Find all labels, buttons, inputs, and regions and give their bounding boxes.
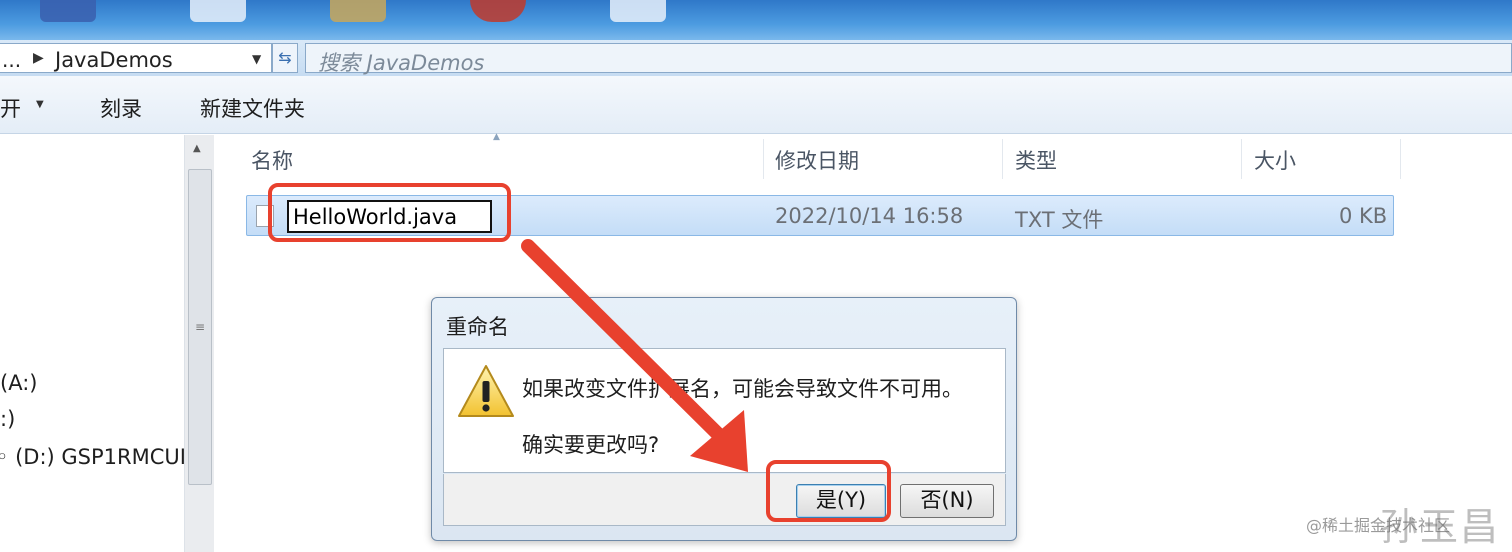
new-folder-button[interactable]: 新建文件夹 [200,93,305,123]
nav-scrollbar[interactable]: ▲ ≡ [184,135,214,552]
address-row: ... ▶ JavaDemos ▼ ⇆ 搜索 JavaDemos [0,40,1512,76]
toolbar: 开 ▼ 刻录 新建文件夹 [0,76,1512,134]
drive-icon: ◦ [0,445,9,469]
column-divider[interactable] [763,139,764,179]
open-button[interactable]: 开 [0,93,21,123]
open-dropdown-icon[interactable]: ▼ [36,99,44,110]
desktop-icon[interactable] [40,0,96,22]
desktop-icon[interactable] [470,0,526,22]
nav-item-drive-d[interactable]: ◦ (D:) GSP1RMCUI [0,445,186,469]
scroll-up-icon[interactable]: ▲ [193,143,201,154]
grip-icon: ≡ [195,320,206,334]
annotation-box-filename [268,183,511,242]
desktop-icon[interactable] [330,0,386,22]
file-type: TXT 文件 [1015,208,1104,232]
column-header-type[interactable]: 类型 [1015,145,1057,175]
dialog-question: 确实要更改吗? [522,433,660,457]
warning-icon [458,365,514,417]
column-divider[interactable] [1241,139,1242,179]
nav-item-label: (D:) GSP1RMCUI [15,445,186,469]
nav-item-drive-c[interactable]: :) [0,407,15,431]
address-bar[interactable]: ... ▶ JavaDemos ▼ [0,43,272,73]
breadcrumb-arrow-icon[interactable]: ▶ [33,50,44,66]
dialog-message: 如果改变文件扩展名，可能会导致文件不可用。 [522,377,963,401]
file-modified: 2022/10/14 16:58 [775,204,964,228]
desktop-strip [0,0,1512,40]
search-placeholder: 搜索 JavaDemos [318,51,485,75]
desktop-icon[interactable] [190,0,246,22]
column-header-size[interactable]: 大小 [1254,145,1296,175]
column-divider[interactable] [1002,139,1003,179]
scroll-thumb[interactable]: ≡ [188,169,212,485]
no-button[interactable]: 否(N) [900,484,994,518]
search-input[interactable]: 搜索 JavaDemos [305,43,1512,75]
sort-ascending-icon: ▲ [493,132,500,142]
column-header-name[interactable]: 名称 [251,145,293,175]
column-divider[interactable] [1400,139,1401,179]
nav-item-drive-a[interactable]: (A:) [0,371,37,395]
column-header-modified[interactable]: 修改日期 [775,145,859,175]
desktop-icon[interactable] [610,0,666,22]
navigation-pane: (A:) :) ◦ (D:) GSP1RMCUI ▲ ≡ [0,135,214,552]
dialog-title: 重命名 [446,315,509,339]
rename-dialog: 重命名 如果改变文件扩展名，可能会导致文件不可用。 确实要更改吗? 是(Y) 否… [431,297,1017,541]
file-size: 0 KB [1339,204,1388,228]
breadcrumb-folder[interactable]: JavaDemos [55,48,173,72]
annotation-box-yes [766,460,891,522]
burn-button[interactable]: 刻录 [100,93,142,123]
address-dropdown-icon[interactable]: ▼ [252,52,261,66]
dialog-body: 如果改变文件扩展名，可能会导致文件不可用。 确实要更改吗? [443,348,1006,473]
refresh-icon[interactable]: ⇆ [272,43,298,73]
watermark-logo: 孙玉昌 [1380,505,1501,549]
address-prefix[interactable]: ... [2,48,21,72]
